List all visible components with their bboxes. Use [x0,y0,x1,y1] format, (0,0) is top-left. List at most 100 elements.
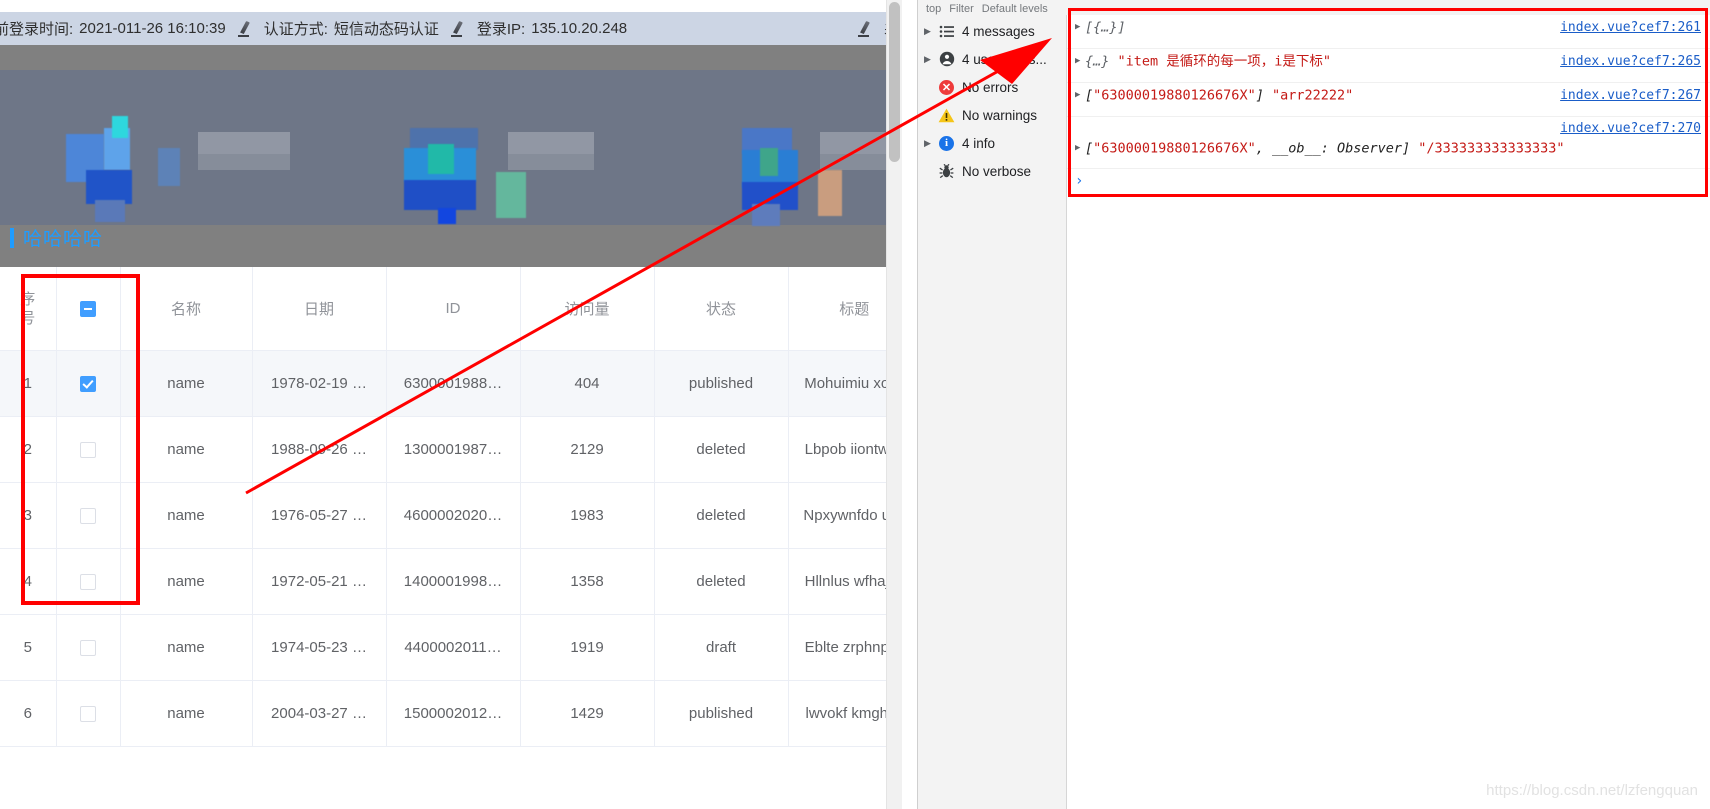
console-source-link[interactable]: index.vue?cef7:265 [1560,53,1701,70]
cell-views: 1358 [520,548,655,615]
table-row[interactable]: 1 name 1978-02-19 … 6300001988… 404 publ… [0,350,902,417]
blurred-graphic [95,200,125,222]
hero-banner-inner [0,70,902,226]
column-header-date[interactable]: 日期 [252,267,387,351]
expand-arrow-icon[interactable]: ▶ [1075,139,1085,158]
console-toolbar: top Filter Default levels [918,0,1710,16]
chevron-right-icon[interactable]: ▶ [924,26,936,36]
sidebar-item-warnings[interactable]: ▶ No warnings [918,101,1066,129]
data-table: 序 号 名称 日期 ID 访问量 状态 标题 1 name 1978-02-19… [0,267,902,747]
console-log-row[interactable]: ▶ {…} "item 是循环的每一项，i是下标" index.vue?cef7:… [1067,49,1710,83]
page-scrollbar-thumb[interactable] [889,2,900,162]
execution-context-selector[interactable]: top [926,3,941,15]
column-header-status[interactable]: 状态 [654,267,789,351]
column-header-id[interactable]: ID [386,267,521,351]
devtools-panel: top Filter Default levels ▶ 4 messages ▶ [917,0,1710,809]
cell-status: deleted [654,416,789,483]
row-checkbox[interactable] [80,376,96,393]
console-output[interactable]: ▶ [{…}] index.vue?cef7:261 ▶ {…} "item 是循环… [1067,15,1710,809]
auth-method-value: 短信动态码认证 [333,21,439,38]
cell-views: 1429 [520,680,655,747]
console-source-link[interactable]: index.vue?cef7:267 [1560,87,1701,104]
sidebar-item-label: 4 info [962,135,996,151]
blurred-text [508,132,594,154]
table-row[interactable]: 3 name 1976-05-27 … 4600002020… 1983 del… [0,482,902,549]
cell-row-select[interactable] [56,614,121,681]
cell-views: 1919 [520,614,655,681]
cell-id: 1500002012… [386,680,521,747]
column-header-name[interactable]: 名称 [120,267,253,351]
chevron-right-icon[interactable]: ▶ [924,138,936,148]
console-filter-input[interactable]: Filter [949,3,973,15]
table-row[interactable]: 6 name 2004-03-27 … 1500002012… 1429 pub… [0,680,902,747]
sidebar-item-user-messages[interactable]: ▶ 4 user mess... [918,45,1066,73]
row-checkbox[interactable] [80,574,96,591]
page-top-spacer [0,0,902,12]
console-log-bracket-open: [ [1085,87,1094,104]
row-checkbox[interactable] [80,640,96,657]
column-header-title[interactable]: 标题 [788,267,902,351]
console-log-row[interactable]: ▶ ["63000019880126676X"] "arr22222" index… [1067,83,1710,117]
table-row[interactable]: 2 name 1988-09-26 … 1300001987… 2129 del… [0,416,902,483]
blurred-graphic [428,144,454,174]
cell-views: 404 [520,350,655,417]
expand-arrow-icon[interactable]: ▶ [1075,87,1085,104]
cell-title: Eblte zrphnp… [788,614,902,681]
cell-id: 1400001998… [386,548,521,615]
cell-title: Npxywnfdo u… [788,482,902,549]
row-checkbox[interactable] [80,706,96,723]
cell-row-select[interactable] [56,482,121,549]
table-row[interactable]: 5 name 1974-05-23 … 4400002011… 1919 dra… [0,614,902,681]
blurred-text [198,154,290,170]
data-table-container[interactable]: 序 号 名称 日期 ID 访问量 状态 标题 1 name 1978-02-19… [0,267,902,809]
table-head: 序 号 名称 日期 ID 访问量 状态 标题 [0,267,902,351]
login-info-bar: 前登录时间: 2021-011-26 16:10:39 认证方式: 短信动态码认… [0,12,902,45]
login-ip-label: 登录IP: [476,21,526,38]
cell-id: 6300001988… [386,350,521,417]
sidebar-item-verbose[interactable]: ▶ No verbose [918,157,1066,185]
row-checkbox[interactable] [80,442,96,459]
table-row[interactable]: 4 name 1972-05-21 … 1400001998… 1358 del… [0,548,902,615]
sidebar-item-errors[interactable]: ▶ ✕ No errors [918,73,1066,101]
cell-row-select[interactable] [56,416,121,483]
console-prompt[interactable]: › [1067,169,1710,193]
seq-header-line2: 号 [20,309,36,327]
sidebar-item-messages[interactable]: ▶ 4 messages [918,17,1066,45]
cell-row-select[interactable] [56,350,121,417]
cell-status: deleted [654,548,789,615]
pencil-icon [856,20,874,38]
table-body: 1 name 1978-02-19 … 6300001988… 404 publ… [0,350,902,747]
cell-date: 2004-03-27 … [252,680,387,747]
page-scrollbar[interactable] [886,0,902,809]
cell-row-select[interactable] [56,548,121,615]
sidebar-item-info[interactable]: ▶ i 4 info [918,129,1066,157]
select-all-checkbox[interactable] [80,301,96,318]
column-header-select-all[interactable] [56,267,121,351]
login-time-value: 2021-011-26 16:10:39 [79,20,226,37]
console-source-link[interactable]: index.vue?cef7:270 [1560,119,1701,138]
log-levels-selector[interactable]: Default levels [982,3,1048,15]
row-checkbox[interactable] [80,508,96,525]
auth-method-segment: 认证方式: 短信动态码认证 [264,18,439,39]
expand-arrow-icon[interactable]: ▶ [1075,53,1085,70]
cell-status: deleted [654,482,789,549]
console-log-row[interactable]: ▶ [{…}] index.vue?cef7:261 [1067,15,1710,49]
console-log-observer: , __ob__: Observer] [1255,140,1419,157]
sidebar-item-label: No verbose [962,163,1032,179]
cell-name: name [120,482,253,549]
pencil-icon [449,20,467,38]
chevron-right-icon[interactable]: ▶ [924,54,936,64]
console-source-link[interactable]: index.vue?cef7:261 [1560,19,1701,36]
watermark: https://blog.csdn.net/lzfengquan [1486,782,1698,799]
cell-row-select[interactable] [56,680,121,747]
expand-arrow-icon[interactable]: ▶ [1075,19,1085,36]
console-prompt-caret: › [1075,173,1084,189]
hero-banner: 哈哈哈哈 [0,45,902,267]
cell-sequence: 5 [0,614,57,681]
hero-title: 哈哈哈哈 [10,224,103,251]
console-log-row[interactable]: ▶ ["63000019880126676X", __ob__: Observer… [1067,117,1710,169]
cell-sequence: 2 [0,416,57,483]
column-header-views[interactable]: 访问量 [520,267,655,351]
info-icon: i [936,135,957,151]
blurred-graphic [404,180,476,210]
